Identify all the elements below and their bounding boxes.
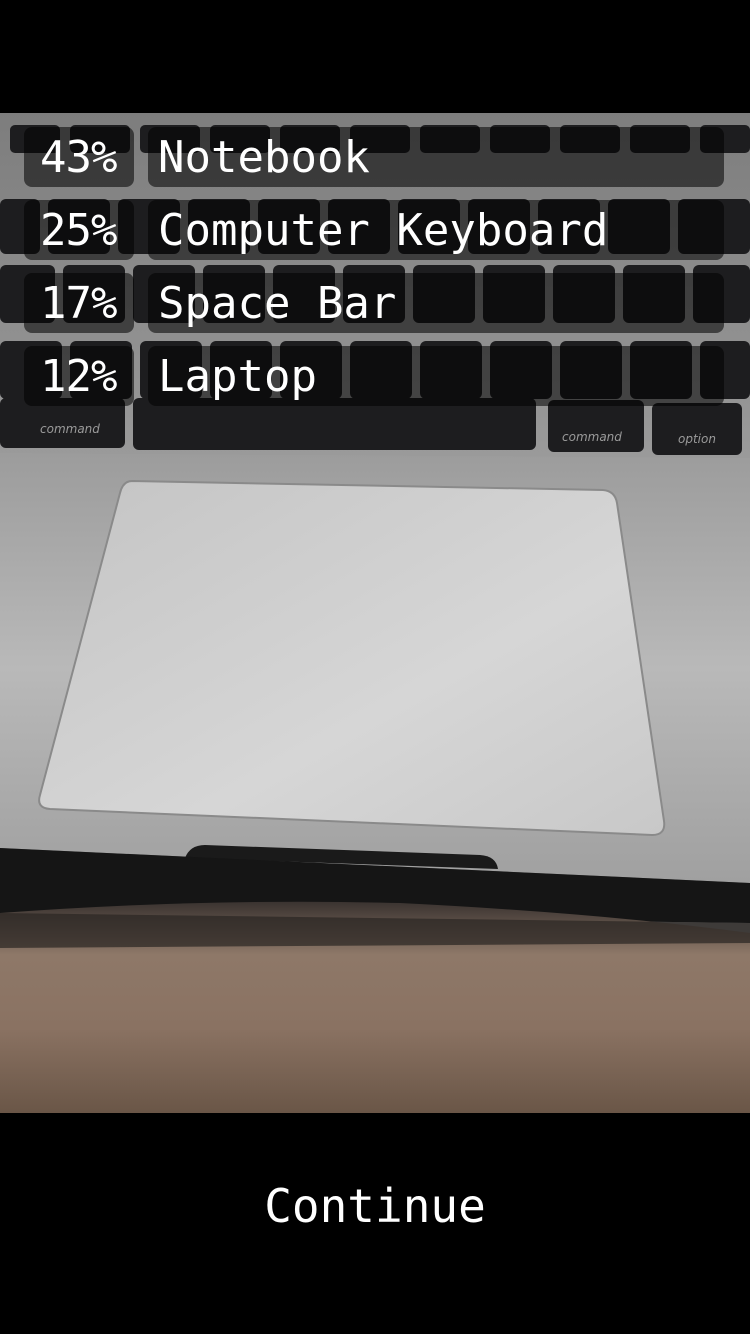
prediction-percent: 17%: [40, 278, 117, 329]
command-key-label-left: command: [40, 422, 100, 436]
command-key-label-right: command: [562, 430, 622, 444]
continue-button[interactable]: Continue: [0, 1160, 750, 1252]
prediction-row: 17% Space Bar: [0, 273, 750, 346]
prediction-label: Space Bar: [158, 278, 397, 329]
screen: command command option 43% Notebook 25% …: [0, 0, 750, 1334]
top-black-bar: [0, 0, 750, 113]
option-key-label: option: [678, 432, 716, 446]
prediction-label: Laptop: [158, 351, 317, 402]
prediction-row: 43% Notebook: [0, 127, 750, 200]
prediction-percent: 25%: [40, 205, 117, 256]
prediction-label: Notebook: [158, 132, 370, 183]
prediction-label: Computer Keyboard: [158, 205, 609, 256]
prediction-row: 12% Laptop: [0, 346, 750, 419]
prediction-list: 43% Notebook 25% Computer Keyboard 17% S…: [0, 127, 750, 419]
prediction-row: 25% Computer Keyboard: [0, 200, 750, 273]
prediction-percent: 43%: [40, 132, 117, 183]
prediction-percent: 12%: [40, 351, 117, 402]
